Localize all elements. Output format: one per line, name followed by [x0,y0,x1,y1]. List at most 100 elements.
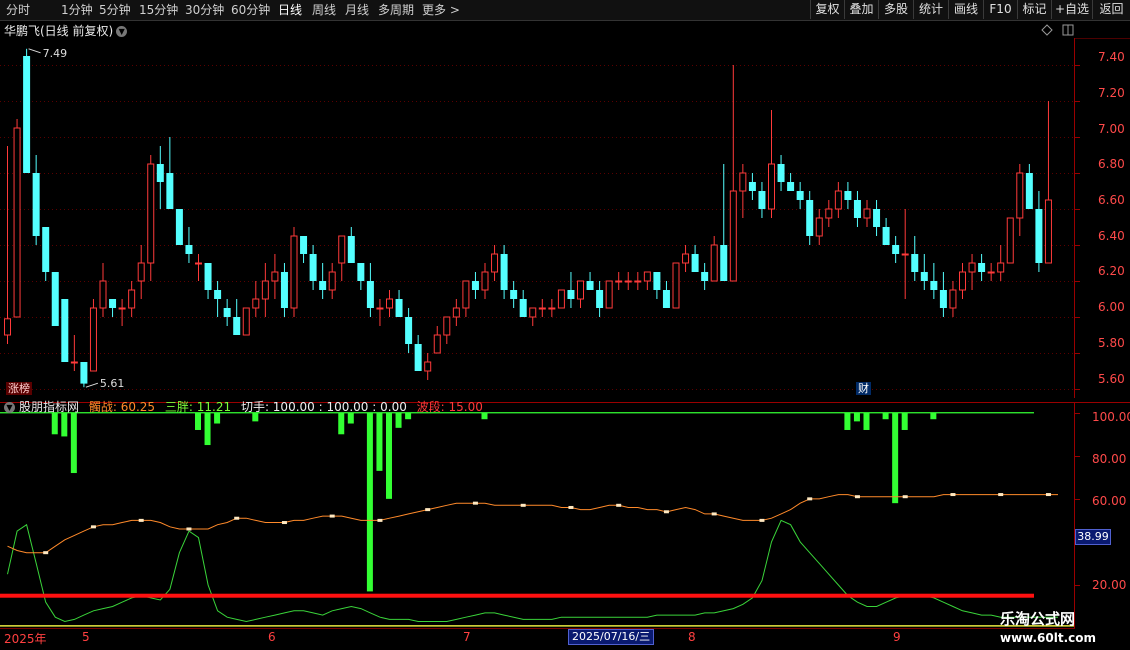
candle [405,308,413,353]
duzhan-marker [377,518,383,522]
candle [89,299,97,372]
candle [204,263,212,299]
candle [147,155,155,281]
candle [519,290,527,317]
candle [949,281,957,317]
mark-button[interactable]: 标记 [1017,0,1051,19]
price-tick: 5.60 [1098,372,1125,386]
annotation-label: 5.61 [100,377,125,390]
candle [882,218,890,245]
candle [834,182,842,218]
candle [682,245,690,272]
period-monthly[interactable]: 月线 [345,2,369,18]
candle [853,191,861,227]
candle [653,272,661,299]
candle [586,272,594,290]
signal-bar [70,412,77,474]
price-chart[interactable]: 7.49 5.61 [0,38,1130,398]
candle [462,280,470,317]
period-15min[interactable]: 15分钟 [139,2,178,18]
candle [939,272,947,317]
signal-bar [863,412,870,430]
indicator-tick: 60.00 [1092,494,1127,508]
period-daily[interactable]: 日线 [278,2,302,18]
candle [185,227,193,263]
stats-button[interactable]: 统计 [913,0,948,19]
candle [920,254,928,290]
period-weekly[interactable]: 周线 [312,2,336,18]
duzhan-marker [616,503,622,507]
period-30min[interactable]: 30分钟 [185,2,224,18]
draw-line-button[interactable]: 画线 [948,0,983,19]
candle [99,263,107,317]
duzhan-marker [854,495,860,499]
price-tick: 6.00 [1098,300,1125,314]
chevron-down-icon[interactable]: ▼ [4,402,15,413]
candle [1016,164,1024,236]
candle [319,263,327,299]
duzhan-marker [425,508,431,512]
price-tick: 6.40 [1098,229,1125,243]
period-5min[interactable]: 5分钟 [99,2,131,18]
signal-bar [386,412,392,499]
candle [156,146,164,209]
add-watchlist-button[interactable]: +自选 [1051,0,1092,19]
chevron-down-icon[interactable]: ▼ [116,26,128,37]
candle [844,182,852,209]
indicator-value-qieshou: 切手: 100.00 : 100.00 : 0.00 [240,400,407,414]
fuquan-button[interactable]: 复权 [810,0,844,19]
overlay-button[interactable]: 叠加 [844,0,878,19]
diamond-icon[interactable] [1041,24,1053,36]
candle [347,227,355,263]
candle [806,191,814,245]
candle [376,299,384,326]
candle [357,263,365,290]
candle [510,281,518,308]
candle [481,263,489,299]
candle [261,263,269,317]
duzhan-line [7,494,1058,554]
candle [109,299,117,317]
duzhan-marker [329,514,335,518]
candle [615,272,623,290]
date-label: 2025年 [4,632,47,646]
period-1min[interactable]: 1分钟 [61,2,93,18]
finance-badge[interactable]: 财 [856,382,871,395]
duzhan-marker [138,518,144,522]
price-tick: 6.60 [1098,193,1125,207]
candle [338,235,346,281]
signal-bar [338,412,345,435]
stock-header: 华鹏飞(日线 前复权) ▼ [4,22,128,39]
zhangbang-badge[interactable]: 涨榜 [6,382,32,395]
indicator-value-duzhan: 髑战: 60.25 [88,400,156,414]
duzhan-marker [1045,493,1051,497]
candle [710,236,718,282]
period-60min[interactable]: 60分钟 [231,2,270,18]
f10-button[interactable]: F10 [983,0,1017,19]
signal-bar [395,412,402,428]
candle [195,254,202,281]
candle [300,236,308,263]
candle [242,307,250,336]
candle [32,155,40,245]
period-multi[interactable]: 多周期 [378,2,414,18]
duzhan-marker [902,495,908,499]
candle [720,164,728,281]
signal-bar [853,412,860,422]
candle [548,299,556,317]
period-fenshi[interactable]: 分时 [6,2,30,18]
duzhan-marker [807,497,813,501]
duzhan-marker [186,527,192,531]
candle [137,245,145,299]
candle [978,254,986,281]
signal-bar [195,412,201,430]
stock-name: 华鹏飞(日线 前复权) [4,24,114,38]
period-more[interactable]: 更多 > [422,2,460,18]
candle [471,272,479,299]
duzhan-marker [90,525,96,529]
indicator-chart[interactable] [0,402,1130,628]
back-button[interactable]: 返回 [1092,0,1130,19]
candle [567,272,575,308]
candle [452,299,460,326]
multi-stock-button[interactable]: 多股 [878,0,913,19]
